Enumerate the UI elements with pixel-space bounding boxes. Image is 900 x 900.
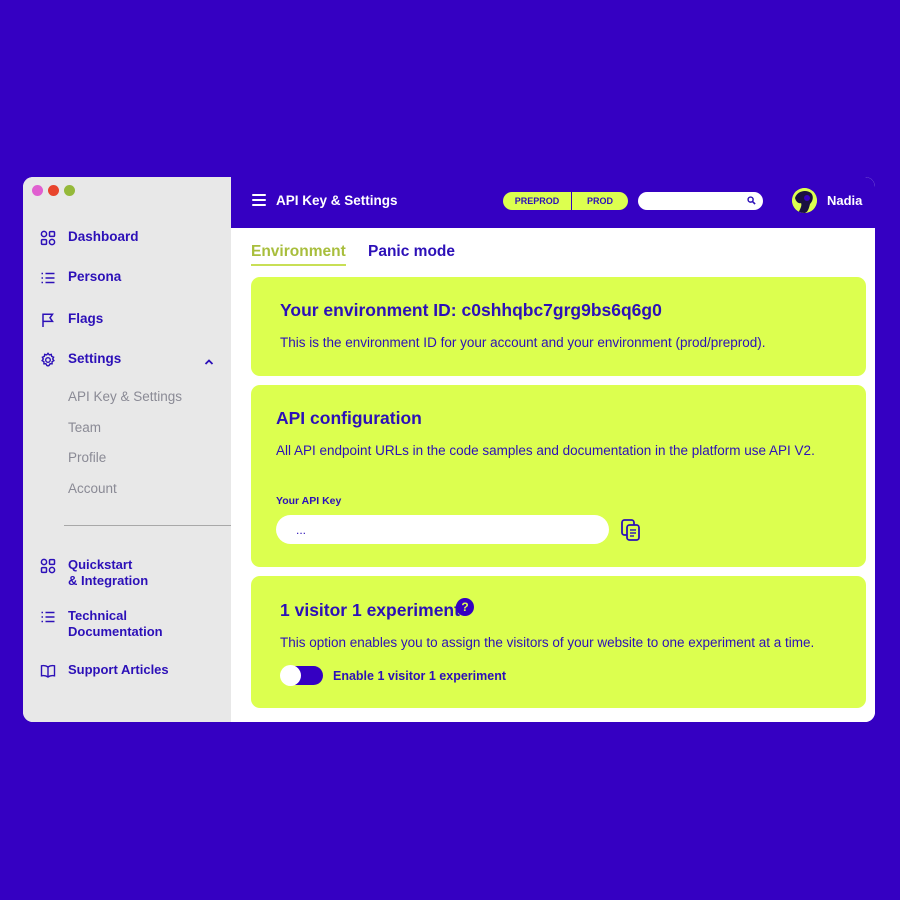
sidebar-item-label: Persona bbox=[68, 269, 122, 284]
gear-icon bbox=[40, 352, 56, 368]
sidebar-item-label: Flags bbox=[68, 311, 104, 326]
list-icon bbox=[40, 609, 56, 625]
sidebar-item-label: Support Articles bbox=[68, 662, 169, 677]
sidebar-item-persona[interactable]: Persona bbox=[40, 269, 121, 286]
visitor-experiment-card: 1 visitor 1 experiment ? This option ena… bbox=[251, 576, 866, 708]
quickstart-icon bbox=[40, 558, 56, 574]
environment-id-title: Your environment ID: c0shhqbc7grg9bs6q6g… bbox=[280, 300, 662, 320]
sidebar-item-flags[interactable]: Flags bbox=[40, 311, 103, 328]
sidebar-subitem-api-key[interactable]: API Key & Settings bbox=[68, 389, 182, 404]
sidebar-item-label-group: Quickstart & Integration bbox=[68, 557, 148, 589]
dashboard-icon bbox=[40, 230, 56, 246]
sidebar-item-label: Quickstart bbox=[68, 557, 133, 572]
visitor-experiment-toggle[interactable] bbox=[280, 665, 323, 686]
environment-id-card: Your environment ID: c0shhqbc7grg9bs6q6g… bbox=[251, 277, 866, 376]
api-configuration-card: API configuration All API endpoint URLs … bbox=[251, 385, 866, 567]
search-icon[interactable] bbox=[747, 196, 756, 205]
sidebar-item-technical-documentation[interactable]: Technical Documentation bbox=[40, 608, 163, 640]
sidebar-item-label: Dashboard bbox=[68, 229, 139, 244]
sidebar-subitem-team[interactable]: Team bbox=[68, 420, 101, 435]
sidebar-item-quickstart[interactable]: Quickstart & Integration bbox=[40, 557, 148, 589]
avatar[interactable] bbox=[792, 188, 817, 213]
window-dot-green[interactable] bbox=[64, 185, 75, 196]
environment-id-description: This is the environment ID for your acco… bbox=[280, 335, 766, 350]
list-icon bbox=[40, 270, 56, 286]
main-content: API Key & Settings PREPROD PROD Nadia En… bbox=[231, 177, 875, 722]
help-icon[interactable]: ? bbox=[456, 598, 474, 616]
preprod-button[interactable]: PREPROD bbox=[503, 192, 572, 210]
sidebar-item-settings[interactable]: Settings bbox=[40, 351, 121, 368]
window-dot-red[interactable] bbox=[48, 185, 59, 196]
search-input[interactable] bbox=[638, 192, 763, 210]
flag-icon bbox=[40, 312, 56, 328]
window-dot-pink[interactable] bbox=[32, 185, 43, 196]
visitor-experiment-toggle-label[interactable]: Enable 1 visitor 1 experiment bbox=[333, 669, 506, 683]
sidebar-item-label-group: Technical Documentation bbox=[68, 608, 163, 640]
sidebar-item-support-articles[interactable]: Support Articles bbox=[40, 662, 169, 679]
sidebar-item-label: & Integration bbox=[68, 573, 149, 588]
sidebar-item-label: Documentation bbox=[68, 624, 163, 639]
sidebar-divider bbox=[64, 525, 231, 526]
window-controls bbox=[32, 185, 75, 196]
chevron-up-icon[interactable] bbox=[203, 356, 215, 368]
api-key-field[interactable] bbox=[276, 515, 609, 544]
sidebar-item-label: Technical bbox=[68, 608, 128, 623]
tab-environment[interactable]: Environment bbox=[251, 243, 346, 266]
visitor-experiment-description: This option enables you to assign the vi… bbox=[280, 635, 815, 650]
tab-panic-mode[interactable]: Panic mode bbox=[368, 243, 455, 261]
sidebar-subitem-profile[interactable]: Profile bbox=[68, 450, 106, 465]
environment-toggle: PREPROD PROD bbox=[503, 192, 628, 210]
book-icon bbox=[40, 663, 56, 679]
user-name[interactable]: Nadia bbox=[827, 193, 862, 208]
api-configuration-description: All API endpoint URLs in the code sample… bbox=[276, 443, 815, 458]
visitor-experiment-title: 1 visitor 1 experiment bbox=[280, 600, 460, 620]
sidebar: Dashboard Persona Flags Settings API Key… bbox=[23, 177, 231, 722]
sidebar-item-label: Settings bbox=[68, 351, 122, 366]
menu-icon[interactable] bbox=[252, 194, 266, 206]
top-bar: API Key & Settings PREPROD PROD Nadia bbox=[231, 177, 875, 228]
copy-icon[interactable] bbox=[620, 518, 642, 542]
toggle-knob bbox=[280, 665, 301, 686]
api-key-label: Your API Key bbox=[276, 495, 342, 507]
api-configuration-title: API configuration bbox=[276, 408, 422, 428]
prod-button[interactable]: PROD bbox=[572, 192, 628, 210]
page-title: API Key & Settings bbox=[276, 193, 398, 208]
app-window: Dashboard Persona Flags Settings API Key… bbox=[23, 177, 875, 722]
sidebar-subitem-account[interactable]: Account bbox=[68, 481, 117, 496]
sidebar-item-dashboard[interactable]: Dashboard bbox=[40, 229, 139, 246]
